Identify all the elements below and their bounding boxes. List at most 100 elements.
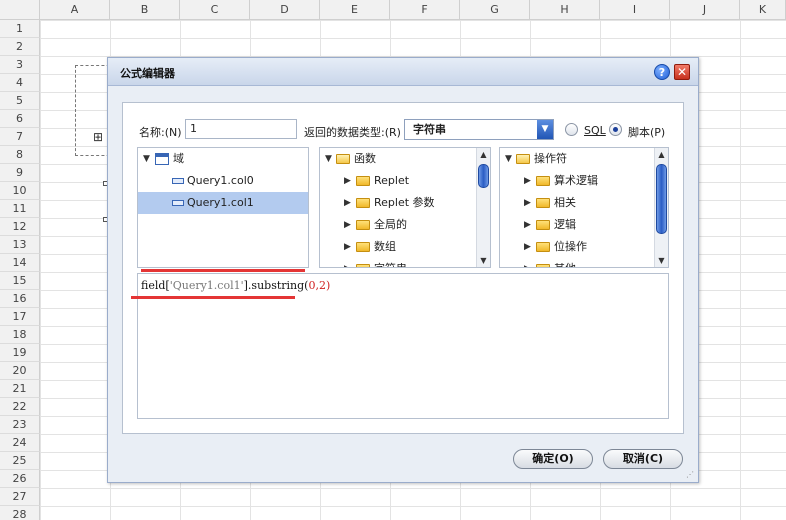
column-header[interactable]: D <box>250 0 320 20</box>
row-header[interactable]: 11 <box>0 200 40 218</box>
chevron-down-icon[interactable]: ▼ <box>537 120 553 139</box>
operator-group[interactable]: ▶ 算术逻辑 <box>500 170 668 192</box>
functions-scrollbar[interactable]: ▲ ▼ <box>476 148 490 267</box>
collapse-icon[interactable]: ▼ <box>143 148 150 170</box>
row-header[interactable]: 10 <box>0 182 40 200</box>
function-group[interactable]: ▶ Replet 参数 <box>320 192 490 214</box>
expand-icon[interactable]: ▶ <box>524 258 531 267</box>
fields-tree[interactable]: ▼ 域 Query1.col0 Query1.col1 <box>137 147 309 268</box>
row-header[interactable]: 13 <box>0 236 40 254</box>
scroll-down-icon[interactable]: ▼ <box>477 254 490 267</box>
column-header[interactable]: B <box>110 0 180 20</box>
function-group[interactable]: ▶ 字符串 <box>320 258 490 267</box>
field-icon <box>172 200 184 206</box>
row-header[interactable]: 9 <box>0 164 40 182</box>
scroll-down-icon[interactable]: ▼ <box>655 254 668 267</box>
row-header[interactable]: 8 <box>0 146 40 164</box>
expand-icon[interactable]: ▶ <box>344 236 351 258</box>
row-header[interactable]: 25 <box>0 452 40 470</box>
table-icon <box>155 153 169 165</box>
row-header[interactable]: 17 <box>0 308 40 326</box>
field-item[interactable]: Query1.col0 <box>138 170 308 192</box>
scroll-up-icon[interactable]: ▲ <box>477 148 490 161</box>
name-input[interactable]: 1 <box>185 119 297 139</box>
operator-group-label: 其他 <box>554 258 576 267</box>
column-header[interactable]: K <box>740 0 786 20</box>
expand-icon[interactable]: ▶ <box>524 214 531 236</box>
dialog-titlebar[interactable]: 公式编辑器 ? ✕ <box>108 58 698 86</box>
column-header[interactable]: C <box>180 0 250 20</box>
scroll-up-icon[interactable]: ▲ <box>655 148 668 161</box>
expand-icon[interactable]: ▶ <box>344 170 351 192</box>
row-header[interactable]: 28 <box>0 506 40 520</box>
row-header[interactable]: 12 <box>0 218 40 236</box>
row-header[interactable]: 24 <box>0 434 40 452</box>
collapse-icon[interactable]: ▼ <box>505 148 512 170</box>
expr-prefix: field[ <box>141 279 170 292</box>
expand-icon[interactable]: ▶ <box>524 170 531 192</box>
row-header[interactable]: 15 <box>0 272 40 290</box>
row-header[interactable]: 7 <box>0 128 40 146</box>
operator-group[interactable]: ▶ 相关 <box>500 192 668 214</box>
tree-node-root[interactable]: ▼ 域 <box>138 148 308 170</box>
row-header[interactable]: 2 <box>0 38 40 56</box>
operator-group[interactable]: ▶ 位操作 <box>500 236 668 258</box>
expand-icon[interactable]: ▶ <box>344 214 351 236</box>
expand-icon[interactable]: ▶ <box>524 236 531 258</box>
field-icon <box>172 178 184 184</box>
row-header[interactable]: 14 <box>0 254 40 272</box>
row-header[interactable]: 3 <box>0 56 40 74</box>
function-group[interactable]: ▶ Replet <box>320 170 490 192</box>
expand-icon[interactable]: ▶ <box>344 258 351 267</box>
row-header[interactable]: 5 <box>0 92 40 110</box>
row-header[interactable]: 6 <box>0 110 40 128</box>
operators-scrollbar[interactable]: ▲ ▼ <box>654 148 668 267</box>
operator-group[interactable]: ▶ 逻辑 <box>500 214 668 236</box>
field-item-selected[interactable]: Query1.col1 <box>138 192 308 214</box>
cancel-button[interactable]: 取消(C) <box>603 449 683 469</box>
expand-icon[interactable]: ▶ <box>344 192 351 214</box>
tree-node-root[interactable]: ▼ 操作符 <box>500 148 668 170</box>
tree-node-root[interactable]: ▼ 函数 <box>320 148 490 170</box>
row-header[interactable]: 27 <box>0 488 40 506</box>
column-header[interactable]: F <box>390 0 460 20</box>
scroll-thumb[interactable] <box>656 164 667 234</box>
row-header[interactable]: 18 <box>0 326 40 344</box>
expr-string: 'Query1.col1' <box>169 279 244 292</box>
row-header[interactable]: 16 <box>0 290 40 308</box>
close-icon[interactable]: ✕ <box>674 64 690 80</box>
expand-icon[interactable]: ▶ <box>524 192 531 214</box>
column-header[interactable]: A <box>40 0 110 20</box>
row-header[interactable]: 23 <box>0 416 40 434</box>
column-header[interactable]: G <box>460 0 530 20</box>
column-header[interactable]: I <box>600 0 670 20</box>
row-header[interactable]: 4 <box>0 74 40 92</box>
sheet-corner[interactable] <box>0 0 40 20</box>
row-header[interactable]: 1 <box>0 20 40 38</box>
resize-grip-icon[interactable]: ⋰ <box>686 470 696 480</box>
expression-editor[interactable]: field['Query1.col1'].substring(0,2) <box>137 273 669 419</box>
functions-tree[interactable]: ▼ 函数 ▶ Replet ▶ Replet 参数 ▶ 全局的 ▶ 数组 ▲ ▼ <box>319 147 491 268</box>
column-header[interactable]: H <box>530 0 600 20</box>
operator-group[interactable]: ▶ 其他 <box>500 258 668 267</box>
row-header[interactable]: 19 <box>0 344 40 362</box>
collapse-icon[interactable]: ▼ <box>325 148 332 170</box>
radio-sql[interactable] <box>565 123 578 136</box>
row-header[interactable]: 21 <box>0 380 40 398</box>
help-icon[interactable]: ? <box>654 64 670 80</box>
row-header[interactable]: 20 <box>0 362 40 380</box>
return-type-select[interactable]: 字符串 ▼ <box>404 119 554 140</box>
row-header[interactable]: 26 <box>0 470 40 488</box>
function-group[interactable]: ▶ 全局的 <box>320 214 490 236</box>
column-header[interactable]: E <box>320 0 390 20</box>
ok-button[interactable]: 确定(O) <box>513 449 593 469</box>
radio-script[interactable] <box>609 123 622 136</box>
function-group[interactable]: ▶ 数组 <box>320 236 490 258</box>
row-header[interactable]: 22 <box>0 398 40 416</box>
folder-icon <box>536 176 550 186</box>
expression-text[interactable]: field['Query1.col1'].substring(0,2) <box>141 279 330 292</box>
operators-tree[interactable]: ▼ 操作符 ▶ 算术逻辑 ▶ 相关 ▶ 逻辑 ▶ 位操作 ▲ ▼ <box>499 147 669 268</box>
move-handle-icon[interactable]: ⊞ <box>93 131 105 143</box>
column-header[interactable]: J <box>670 0 740 20</box>
scroll-thumb[interactable] <box>478 164 489 188</box>
